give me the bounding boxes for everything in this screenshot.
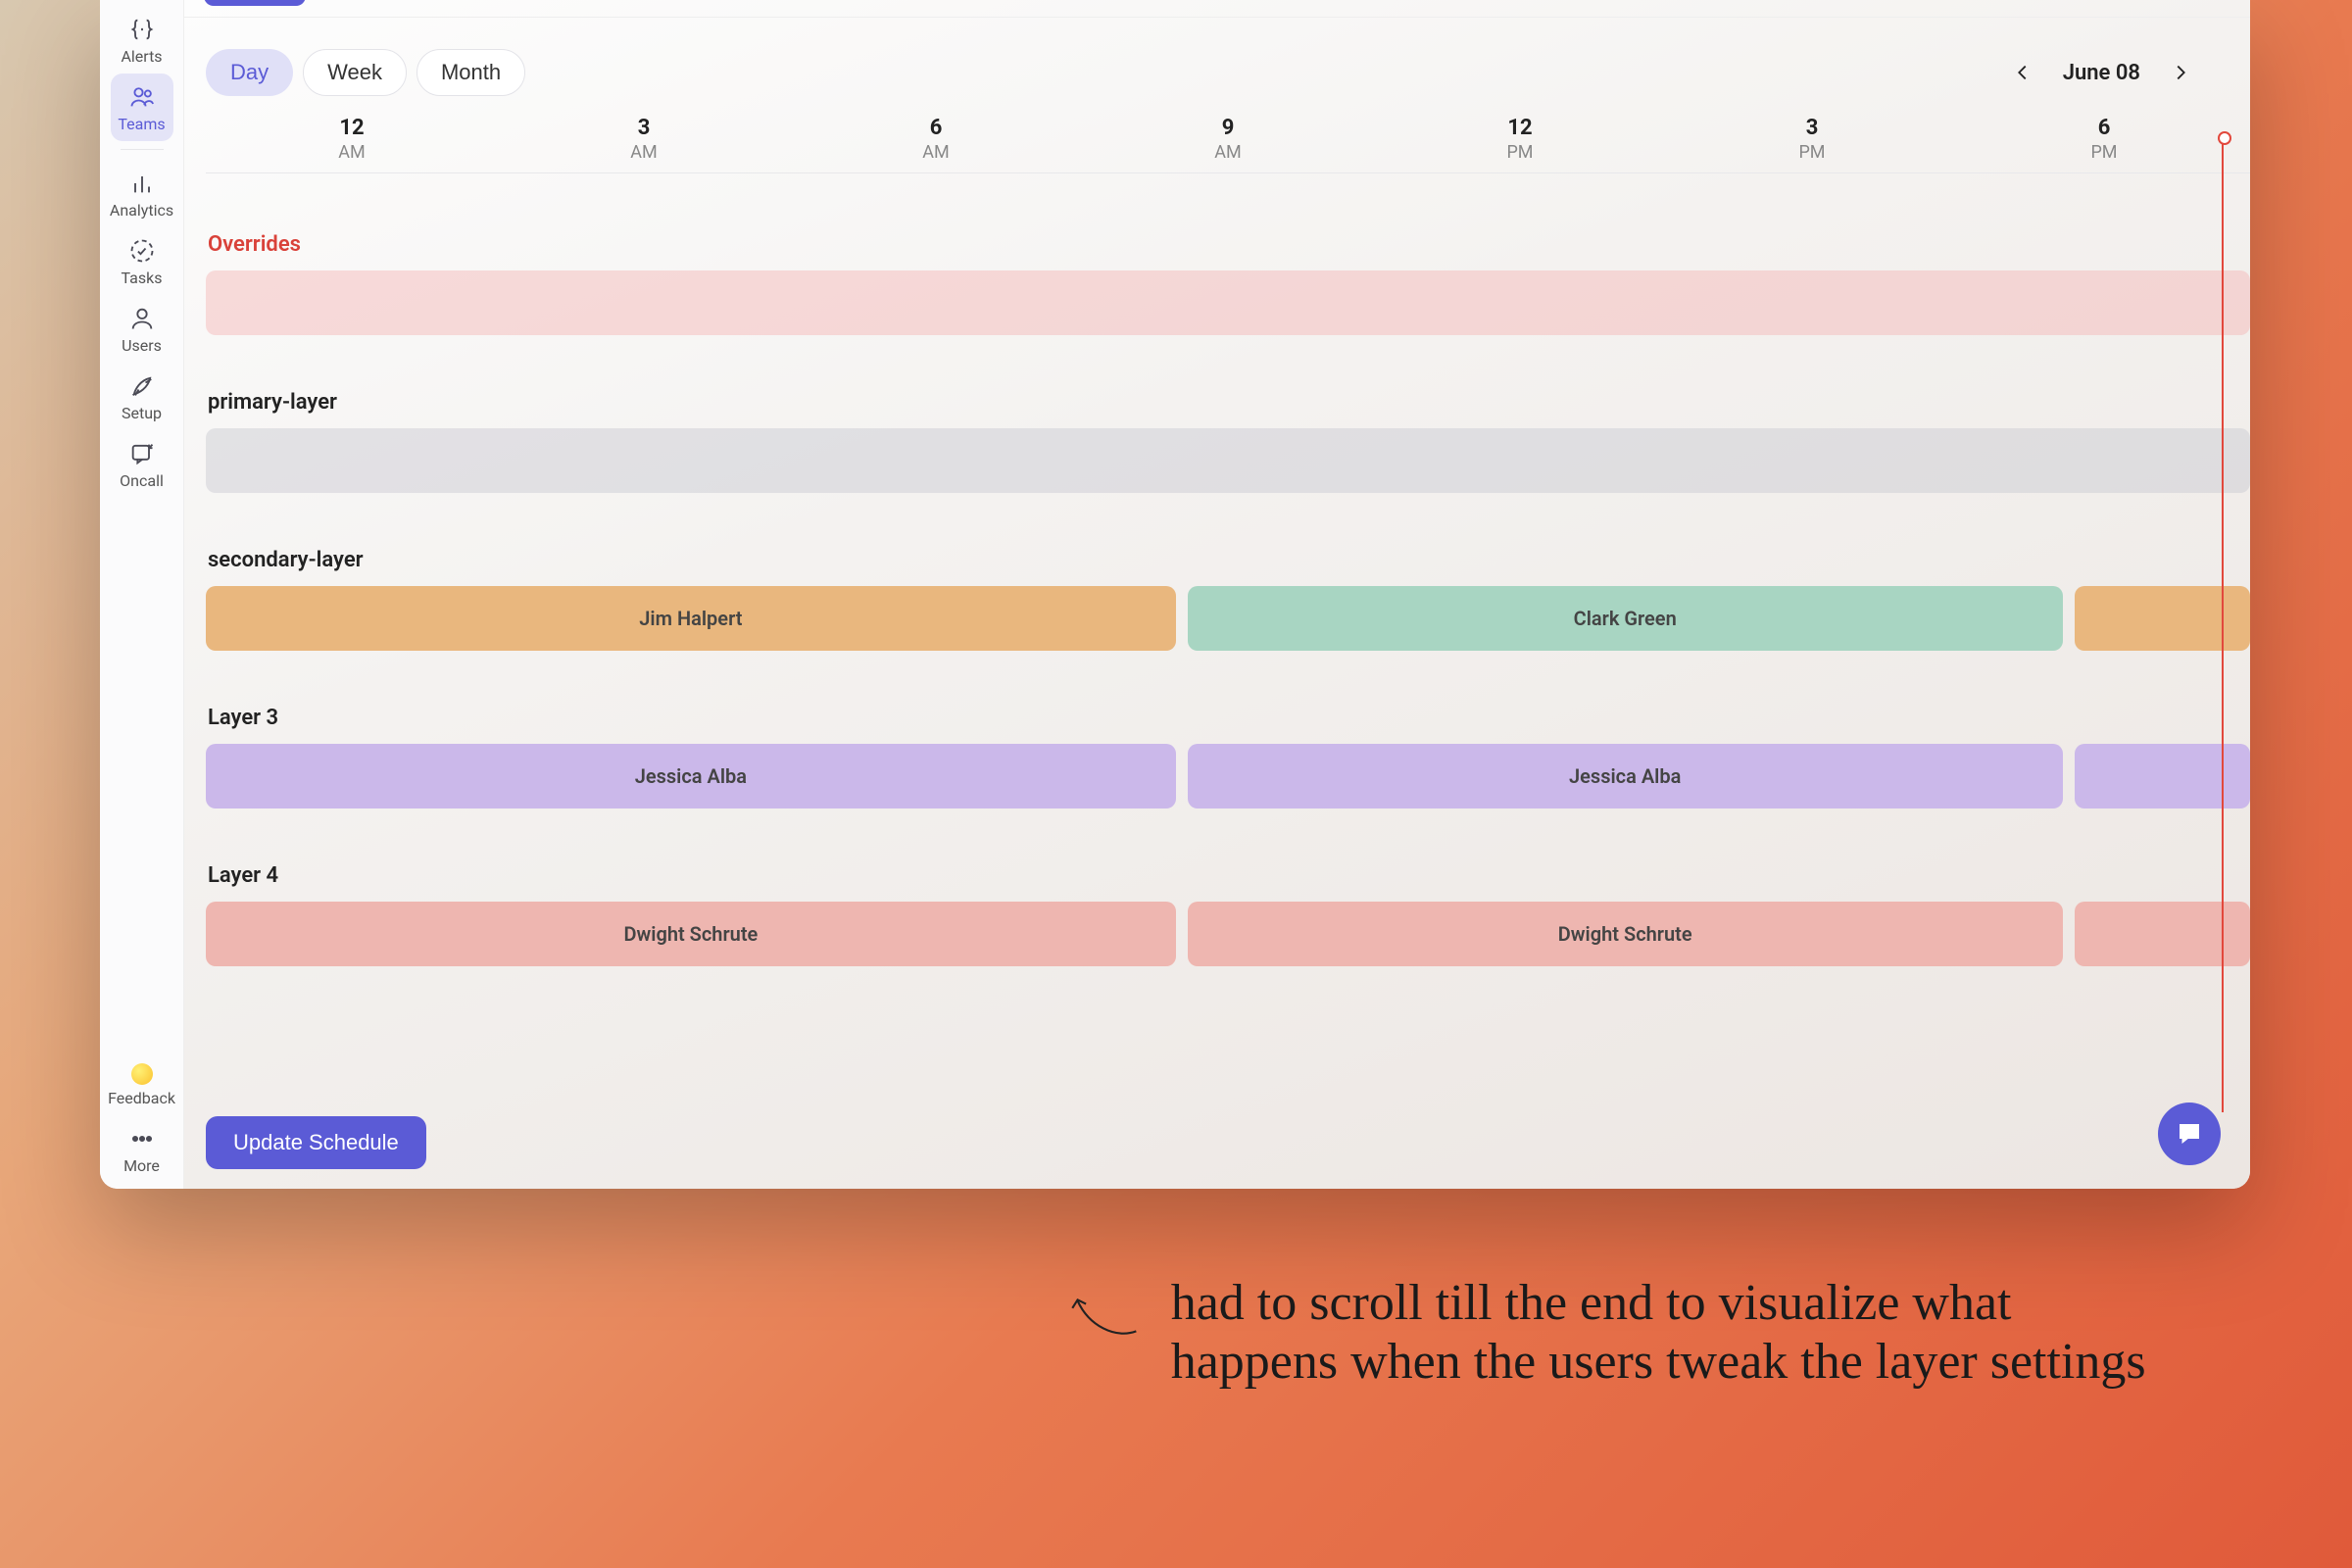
rocket-icon xyxy=(128,372,156,400)
layer-title: Overrides xyxy=(208,232,2250,257)
layers-area: Overrides primary-layer secondary-layer … xyxy=(206,173,2250,1189)
main-panel: Day Week Month June 08 12AM3AM6AM9AM12PM… xyxy=(184,0,2250,1189)
layer-title: primary-layer xyxy=(208,390,2250,415)
schedule-slot[interactable]: Jim Halpert xyxy=(206,586,1176,651)
sidebar-item-feedback[interactable]: Feedback xyxy=(111,1054,173,1115)
layer-3: Layer 3 Jessica AlbaJessica Alba xyxy=(206,706,2250,808)
schedule-slot[interactable] xyxy=(2075,902,2250,966)
time-column: 3PM xyxy=(1666,110,1958,172)
schedule-slot[interactable]: Jessica Alba xyxy=(206,744,1176,808)
update-schedule-button[interactable]: Update Schedule xyxy=(206,1116,426,1169)
app-window: Alerts Teams Analytics Tasks Users Setup… xyxy=(100,0,2250,1189)
sidebar-item-alerts[interactable]: Alerts xyxy=(111,6,173,74)
view-toggle: Day Week Month xyxy=(206,49,525,96)
schedule-slot[interactable] xyxy=(2075,744,2250,808)
schedule-slot[interactable]: Clark Green xyxy=(1188,586,2063,651)
schedule-slot[interactable]: Jessica Alba xyxy=(1188,744,2063,808)
annotation-text: had to scroll till the end to visualize … xyxy=(1171,1274,2146,1392)
view-day-button[interactable]: Day xyxy=(206,49,293,96)
date-nav: June 08 xyxy=(2012,61,2191,85)
primary-track[interactable] xyxy=(206,428,2250,493)
layer-secondary: secondary-layer Jim HalpertClark Green xyxy=(206,548,2250,651)
controls-row: Day Week Month June 08 xyxy=(206,49,2250,96)
now-indicator xyxy=(2222,137,2224,1112)
time-column: 3AM xyxy=(498,110,790,172)
sidebar-label: Alerts xyxy=(121,47,162,66)
layer-4: Layer 4 Dwight SchruteDwight Schrute xyxy=(206,863,2250,966)
sidebar-item-oncall[interactable]: Oncall xyxy=(111,430,173,498)
time-column: 6AM xyxy=(790,110,1082,172)
divider xyxy=(121,149,164,150)
layer-title: Layer 4 xyxy=(208,863,2250,888)
time-column: 12PM xyxy=(1374,110,1666,172)
bars-icon xyxy=(128,170,156,197)
sidebar-item-more[interactable]: More xyxy=(111,1115,173,1189)
tab-indicator xyxy=(204,0,306,6)
sidebar-label: Teams xyxy=(118,115,165,133)
message-out-icon xyxy=(128,440,156,467)
annotation: had to scroll till the end to visualize … xyxy=(1068,1274,2146,1392)
layer-title: Layer 3 xyxy=(208,706,2250,730)
secondary-track: Jim HalpertClark Green xyxy=(206,586,2250,651)
chat-icon xyxy=(2175,1119,2204,1149)
sidebar-label: More xyxy=(123,1156,160,1175)
layer4-track: Dwight SchruteDwight Schrute xyxy=(206,902,2250,966)
time-column: 12AM xyxy=(206,110,498,172)
sidebar-item-teams[interactable]: Teams xyxy=(111,74,173,141)
sidebar-item-analytics[interactable]: Analytics xyxy=(111,160,173,227)
overrides-track[interactable] xyxy=(206,270,2250,335)
team-icon xyxy=(128,83,156,111)
sidebar-label: Feedback xyxy=(108,1089,175,1107)
chevron-right-icon[interactable] xyxy=(2170,62,2191,83)
sidebar: Alerts Teams Analytics Tasks Users Setup… xyxy=(100,0,184,1189)
sidebar-label: Tasks xyxy=(122,269,163,287)
sidebar-item-tasks[interactable]: Tasks xyxy=(111,227,173,295)
schedule-slot[interactable]: Dwight Schrute xyxy=(206,902,1176,966)
check-circle-dashed-icon xyxy=(128,237,156,265)
view-month-button[interactable]: Month xyxy=(416,49,525,96)
dots-icon xyxy=(128,1125,156,1152)
feedback-icon xyxy=(131,1063,153,1085)
layer-title: secondary-layer xyxy=(208,548,2250,572)
chat-fab[interactable] xyxy=(2158,1102,2221,1165)
sidebar-label: Analytics xyxy=(110,201,173,220)
sidebar-item-setup[interactable]: Setup xyxy=(111,363,173,430)
view-week-button[interactable]: Week xyxy=(303,49,407,96)
braces-icon xyxy=(128,16,156,43)
sidebar-label: Oncall xyxy=(120,471,164,490)
time-column: 6PM xyxy=(1958,110,2250,172)
arrow-icon xyxy=(1068,1274,1142,1362)
top-strip xyxy=(184,0,2250,18)
layer3-track: Jessica AlbaJessica Alba xyxy=(206,744,2250,808)
layer-primary: primary-layer xyxy=(206,390,2250,493)
time-header: 12AM3AM6AM9AM12PM3PM6PM xyxy=(206,110,2250,173)
schedule-slot[interactable] xyxy=(2075,586,2250,651)
sidebar-label: Setup xyxy=(122,404,162,422)
current-date: June 08 xyxy=(2063,61,2140,85)
time-column: 9AM xyxy=(1082,110,1374,172)
user-icon xyxy=(128,305,156,332)
schedule-content: Day Week Month June 08 12AM3AM6AM9AM12PM… xyxy=(184,18,2250,1189)
chevron-left-icon[interactable] xyxy=(2012,62,2034,83)
sidebar-label: Users xyxy=(122,336,162,355)
schedule-slot[interactable]: Dwight Schrute xyxy=(1188,902,2063,966)
sidebar-item-users[interactable]: Users xyxy=(111,295,173,363)
layer-overrides: Overrides xyxy=(206,232,2250,335)
